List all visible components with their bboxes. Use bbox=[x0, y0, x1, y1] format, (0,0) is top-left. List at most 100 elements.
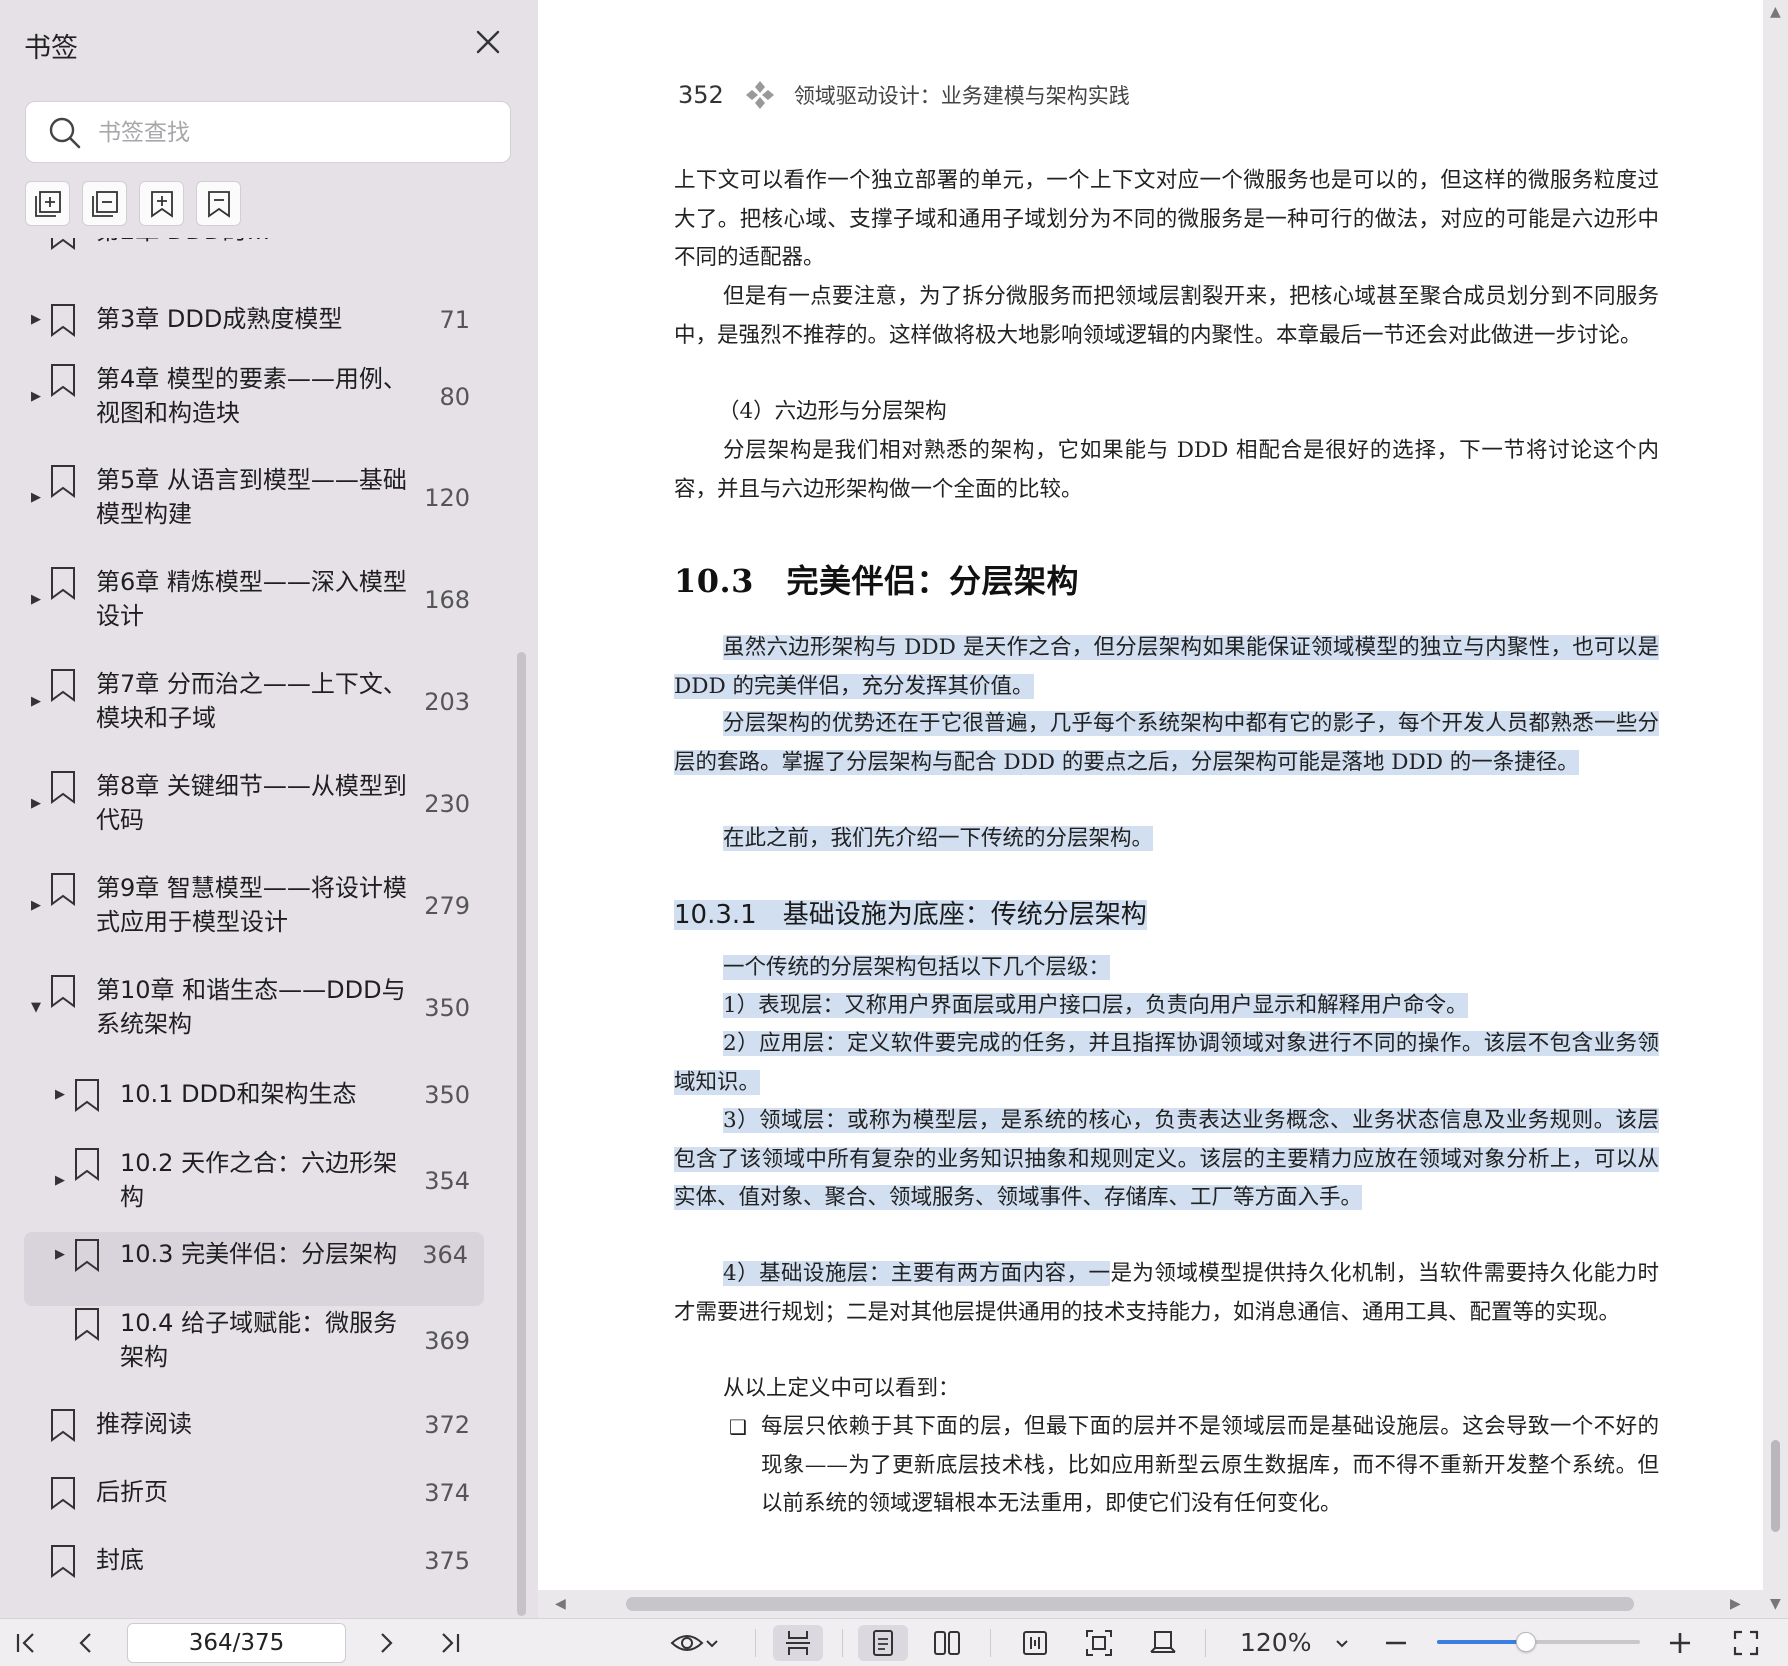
horizontal-scroll-thumb[interactable] bbox=[626, 1597, 1634, 1611]
bookmark-item[interactable]: ▶ 第5章 从语言到模型——基础 模型构建 120 bbox=[0, 458, 510, 550]
bookmark-label: 10.4 给子域赋能：微服务 架构 bbox=[120, 1309, 398, 1371]
previous-page-button[interactable] bbox=[68, 1625, 104, 1661]
rotate-page-button[interactable] bbox=[1138, 1625, 1188, 1661]
fit-page-button[interactable] bbox=[1074, 1625, 1124, 1661]
scroll-left-arrow[interactable]: ◀ bbox=[555, 1596, 566, 1612]
scroll-right-arrow[interactable]: ▶ bbox=[1730, 1596, 1741, 1612]
bookmark-icon bbox=[51, 771, 75, 804]
expand-triangle-right-icon[interactable]: ▶ bbox=[28, 490, 44, 506]
expand-triangle-right-icon[interactable]: ▶ bbox=[52, 1173, 68, 1189]
fullscreen-icon bbox=[1733, 1630, 1759, 1656]
bookmark-page-number: 203 bbox=[424, 688, 470, 716]
expand-all-button[interactable] bbox=[25, 181, 70, 226]
sidebar-title: 书签 bbox=[24, 33, 78, 64]
paragraph: 但是有一点要注意，为了拆分微服务而把领域层割裂开来，把核心域甚至聚合成员划分到不… bbox=[674, 284, 1659, 348]
expand-triangle-right-icon[interactable]: ▶ bbox=[28, 796, 44, 812]
add-bookmark-button[interactable] bbox=[139, 181, 184, 226]
section-heading: 10.3 完美伴侣：分层架构 bbox=[674, 562, 1079, 600]
fullscreen-button[interactable] bbox=[1728, 1625, 1764, 1661]
highlight: 在此之前，我们先介绍一下传统的分层架构。 bbox=[723, 826, 1154, 851]
bookmark-item[interactable]: ▶ 第6章 精炼模型——深入模型 设计 168 bbox=[0, 560, 510, 652]
expand-all-icon bbox=[34, 190, 61, 217]
fit-width-button[interactable] bbox=[1010, 1625, 1060, 1661]
bookmark-item[interactable]: 封底 375 bbox=[0, 1538, 510, 1600]
paragraph-highlighted: 分层架构的优势还在于它很普遍，几乎每个系统架构中都有它的影子，每个开发人员都熟悉… bbox=[674, 705, 1659, 782]
document-vertical-scrollbar[interactable]: ▲ ▼ bbox=[1763, 0, 1788, 1618]
zoom-level[interactable]: 120% bbox=[1240, 1625, 1311, 1661]
bookmark-label: 第4章 模型的要素——用例、 视图和构造块 bbox=[96, 365, 407, 427]
bookmark-button[interactable] bbox=[196, 181, 241, 226]
bookmark-page-number: 168 bbox=[424, 586, 470, 614]
bookmark-item[interactable]: ▶ 10.2 天作之合：六边形架 构 354 bbox=[0, 1141, 510, 1233]
bookmark-item[interactable]: 推荐阅读 372 bbox=[0, 1402, 510, 1464]
bookmark-item[interactable]: ▶ 10.3 完美伴侣：分层架构 364 bbox=[24, 1232, 484, 1306]
bookmark-icon bbox=[51, 364, 75, 397]
bookmark-item[interactable]: 10.4 给子域赋能：微服务 架构 369 bbox=[0, 1301, 510, 1393]
zoom-dropdown-button[interactable] bbox=[1330, 1625, 1354, 1661]
bookmark-search-input[interactable] bbox=[98, 114, 498, 152]
bookmark-icon bbox=[75, 1079, 99, 1112]
vertical-scroll-thumb[interactable] bbox=[1771, 1440, 1780, 1532]
bookmark-item[interactable]: ▶ 第9章 智慧模型——将设计模 式应用于模型设计 279 bbox=[0, 866, 510, 958]
bookmark-sidebar: 书签 第2章 DDD的… bbox=[0, 0, 538, 1616]
first-page-button[interactable] bbox=[8, 1625, 44, 1661]
first-page-icon bbox=[16, 1633, 34, 1653]
single-page-button[interactable] bbox=[858, 1625, 908, 1661]
bookmark-item[interactable]: ▶ 第8章 关键细节——从模型到 代码 230 bbox=[0, 764, 510, 856]
bookmark-item[interactable]: ▶ 第7章 分而治之——上下文、 模块和子域 203 bbox=[0, 662, 510, 754]
paragraph-highlighted: 2）应用层：定义软件要完成的任务，并且指挥协调领域对象进行不同的操作。该层不包含… bbox=[674, 1025, 1659, 1102]
zoom-out-button[interactable] bbox=[1378, 1625, 1414, 1661]
paragraph-highlighted: 1）表现层：又称用户界面层或用户接口层，负责向用户显示和解释用户命令。 bbox=[674, 987, 1659, 1026]
page-number-input[interactable]: 364/375 bbox=[127, 1623, 346, 1663]
bookmark-icon bbox=[75, 1308, 99, 1341]
running-title: 领域驱动设计：业务建模与架构实践 bbox=[793, 84, 1130, 108]
scroll-up-arrow[interactable]: ▲ bbox=[1770, 4, 1781, 20]
document-page: 352 领域驱动设计：业务建模与架构实践 上下文可以看作一个独立部署的单元，一个… bbox=[538, 0, 1763, 1590]
next-page-button[interactable] bbox=[368, 1625, 404, 1661]
view-mode-dropdown[interactable] bbox=[664, 1625, 726, 1661]
bookmark-search-box[interactable] bbox=[25, 101, 511, 163]
search-icon bbox=[49, 117, 81, 149]
document-horizontal-scrollbar[interactable]: ◀ ▶ bbox=[538, 1590, 1763, 1618]
bookmark-item-partial[interactable]: 第2章 DDD的… bbox=[0, 238, 510, 250]
expand-triangle-right-icon[interactable]: ▶ bbox=[52, 1087, 68, 1103]
bookmark-icon bbox=[51, 567, 75, 600]
zoom-slider[interactable] bbox=[1437, 1632, 1640, 1652]
bookmark-item[interactable]: ▼ 第10章 和谐生态——DDD与 系统架构 350 bbox=[0, 968, 510, 1060]
ornament-icon bbox=[745, 81, 774, 109]
expand-triangle-down-icon[interactable]: ▼ bbox=[28, 1000, 44, 1016]
bookmark-item[interactable]: ▶ 第4章 模型的要素——用例、 视图和构造块 80 bbox=[0, 357, 510, 449]
expand-triangle-right-icon[interactable]: ▶ bbox=[28, 592, 44, 608]
expand-triangle-right-icon[interactable]: ▶ bbox=[28, 898, 44, 914]
expand-triangle-right-icon[interactable]: ▶ bbox=[52, 1247, 68, 1263]
bookmark-label: 第2章 DDD的… bbox=[96, 238, 270, 248]
subsection-heading: 10.3.1 基础设施为底座：传统分层架构 bbox=[674, 894, 1147, 931]
continuous-scroll-button[interactable] bbox=[773, 1625, 823, 1661]
single-page-icon bbox=[873, 1630, 893, 1656]
bookmark-label: 10.2 天作之合：六边形架 构 bbox=[120, 1149, 398, 1211]
bookmark-page-number: 230 bbox=[424, 790, 470, 818]
expand-triangle-right-icon[interactable]: ▶ bbox=[28, 694, 44, 710]
bookmark-item[interactable]: ▶ 第3章 DDD成熟度模型 71 bbox=[0, 297, 510, 359]
bookmark-icon bbox=[51, 873, 75, 906]
bookmark-page-number: 80 bbox=[439, 383, 470, 411]
bookmark-page-number: 350 bbox=[424, 994, 470, 1022]
separator bbox=[842, 1629, 843, 1657]
zoom-in-button[interactable] bbox=[1662, 1625, 1698, 1661]
continuous-scroll-icon bbox=[786, 1631, 810, 1655]
zoom-slider-knob[interactable] bbox=[1516, 1632, 1537, 1652]
bookmark-item[interactable]: 后折页 374 bbox=[0, 1470, 510, 1532]
highlight: 10.3.1 基础设施为底座：传统分层架构 bbox=[674, 900, 1147, 930]
bookmark-page-number: 279 bbox=[424, 892, 470, 920]
two-page-button[interactable] bbox=[922, 1625, 972, 1661]
bookmark-label: 第10章 和谐生态——DDD与 系统架构 bbox=[96, 976, 406, 1038]
expand-triangle-right-icon[interactable]: ▶ bbox=[28, 389, 44, 405]
close-sidebar-button[interactable] bbox=[470, 24, 506, 60]
last-page-button[interactable] bbox=[432, 1625, 468, 1661]
expand-triangle-right-icon[interactable]: ▶ bbox=[28, 312, 44, 328]
sidebar-scrollbar[interactable] bbox=[517, 652, 526, 1616]
scroll-down-arrow[interactable]: ▼ bbox=[1770, 1596, 1781, 1612]
collapse-all-button[interactable] bbox=[82, 181, 127, 226]
bookmark-item[interactable]: ▶ 10.1 DDD和架构生态 350 bbox=[0, 1072, 510, 1134]
paragraph-highlighted: 3）领域层：或称为模型层，是系统的核心，负责表达业务概念、业务状态信息及业务规则… bbox=[674, 1102, 1659, 1218]
